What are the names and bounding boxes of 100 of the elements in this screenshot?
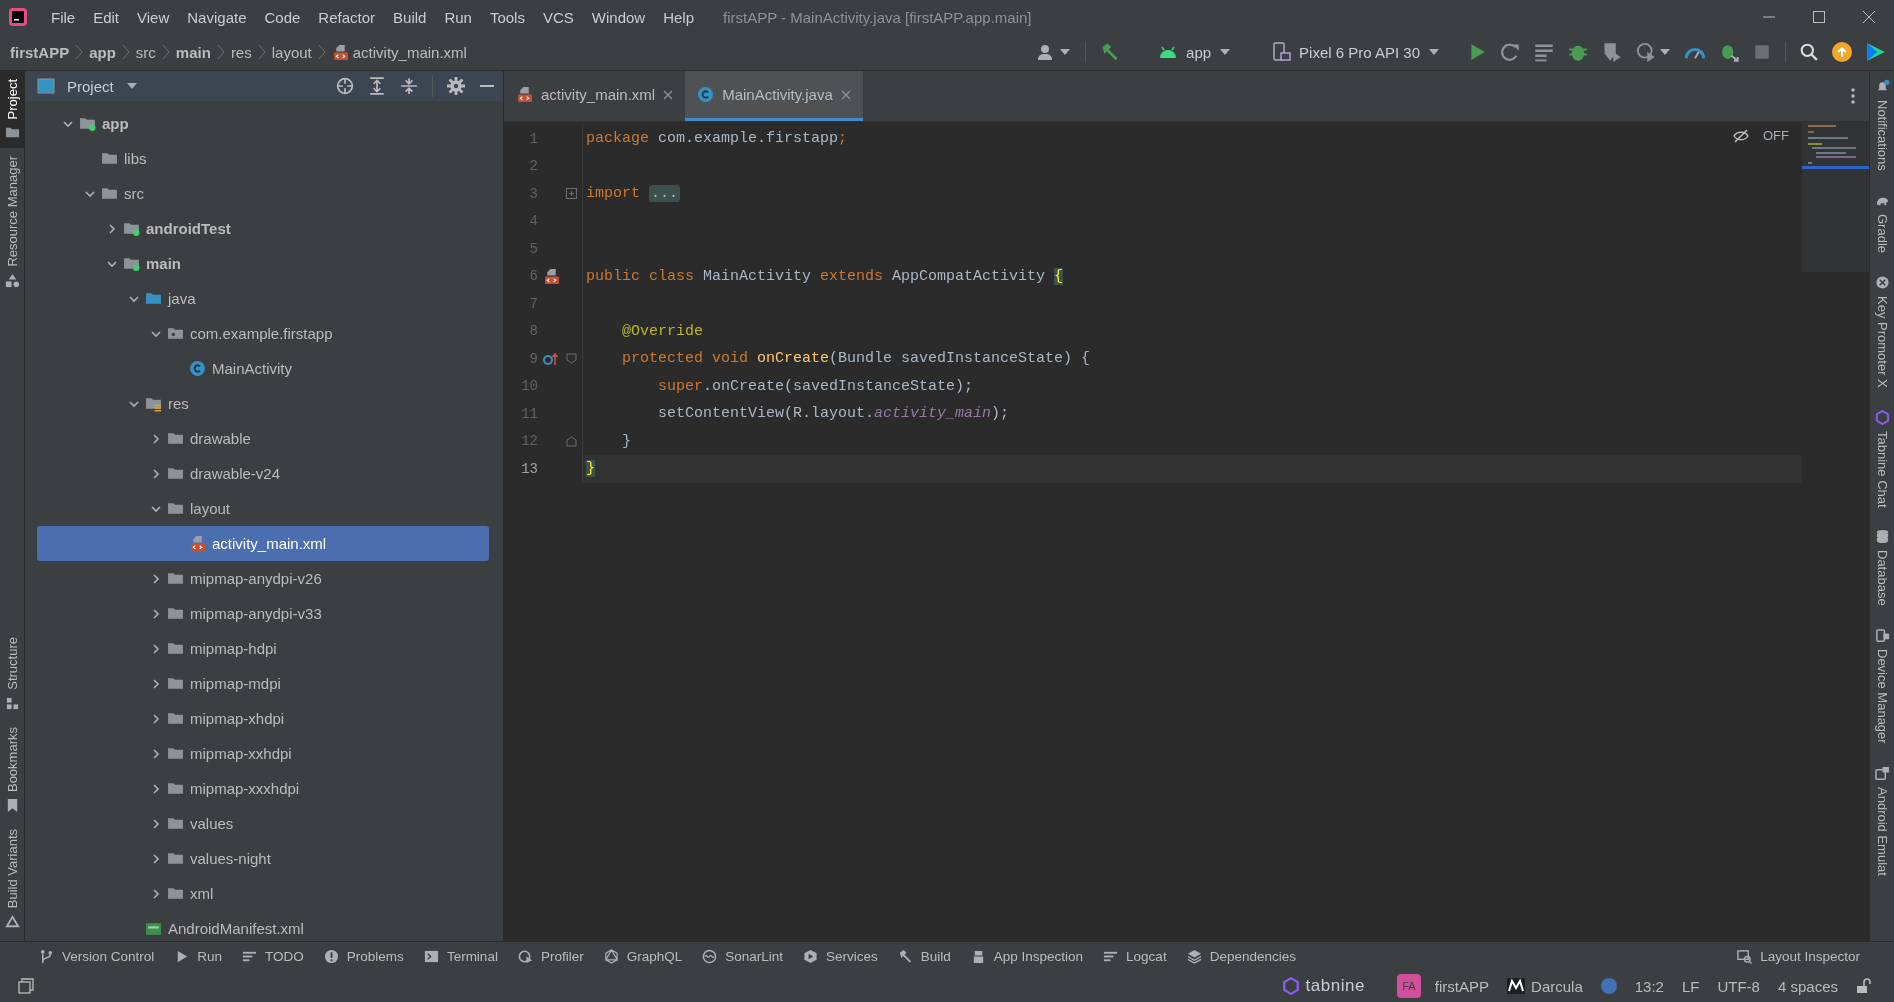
tree-item[interactable]: drawable-v24: [37, 456, 489, 491]
caret-position[interactable]: 13:2: [1634, 977, 1664, 995]
minimap-drawing[interactable]: [1802, 122, 1869, 272]
indent-setting[interactable]: 4 spaces: [1777, 977, 1838, 995]
tool-window-button[interactable]: Gradle: [1870, 192, 1894, 253]
dropdown-caret-icon[interactable]: [1659, 48, 1671, 56]
chevron-icon[interactable]: [150, 817, 162, 830]
list-icon[interactable]: [1534, 42, 1554, 62]
tool-window-button[interactable]: Device Manager: [1870, 627, 1894, 744]
menu-item[interactable]: Edit: [84, 8, 129, 26]
menu-item[interactable]: Tools: [480, 8, 534, 26]
tree-item[interactable]: AndroidManifest.xml: [37, 911, 489, 941]
chevron-icon[interactable]: [150, 747, 162, 760]
tool-window-button[interactable]: Problems: [314, 948, 413, 964]
tree-item[interactable]: libs: [37, 141, 489, 176]
tree-item[interactable]: main: [37, 246, 489, 281]
tree-item[interactable]: mipmap-anydpi-v33: [37, 596, 489, 631]
tree-item[interactable]: androidTest: [37, 211, 489, 246]
editor-tab[interactable]: activity_main.xml: [504, 71, 686, 121]
menu-item[interactable]: File: [42, 8, 85, 26]
tool-window-button[interactable]: Logcat: [1094, 948, 1176, 964]
dropdown-caret-icon[interactable]: [1219, 48, 1232, 56]
device-dropdown[interactable]: Pixel 6 Pro API 30: [1269, 40, 1444, 64]
tool-window-button[interactable]: Project: [0, 71, 24, 149]
line-separator[interactable]: LF: [1681, 977, 1700, 995]
tree-item[interactable]: mipmap-xxxhdpi: [37, 771, 489, 806]
expand-all-icon[interactable]: [368, 77, 386, 95]
shield-run-icon[interactable]: [1602, 42, 1622, 62]
plugin-name[interactable]: tabnine: [1305, 976, 1365, 996]
project-name[interactable]: firstAPP: [1434, 977, 1490, 995]
tool-window-button[interactable]: Resource Manager: [0, 148, 24, 297]
tool-window-button[interactable]: Profiler: [508, 948, 593, 964]
fold-marker-icon[interactable]: [565, 353, 577, 365]
tool-window-button[interactable]: SonarLint: [693, 948, 792, 964]
chevron-icon[interactable]: [106, 222, 118, 235]
more-options-icon[interactable]: [1851, 88, 1855, 104]
tool-window-button[interactable]: App Inspection: [961, 948, 1093, 964]
tree-item[interactable]: layout: [37, 491, 489, 526]
tree-item[interactable]: res: [37, 386, 489, 421]
tool-window-button[interactable]: Bookmarks: [0, 718, 24, 821]
tool-window-button[interactable]: Dependencies: [1177, 948, 1305, 964]
run-icon[interactable]: [1468, 43, 1486, 61]
dropdown-caret-icon[interactable]: [125, 82, 138, 90]
search-icon[interactable]: [1800, 43, 1818, 61]
menu-item[interactable]: Run: [435, 8, 481, 26]
override-marker-icon[interactable]: [543, 350, 559, 367]
menu-item[interactable]: Refactor: [309, 8, 385, 26]
tool-window-button[interactable]: Structure: [0, 628, 24, 719]
menu-item[interactable]: Navigate: [178, 8, 256, 26]
run-configuration-dropdown[interactable]: app: [1154, 41, 1236, 63]
menu-item[interactable]: VCS: [533, 8, 583, 26]
breadcrumb-item[interactable]: app: [89, 43, 116, 61]
chevron-icon[interactable]: [150, 852, 162, 865]
chevron-icon[interactable]: [150, 642, 162, 655]
theme-name[interactable]: Darcula: [1531, 977, 1583, 995]
tree-item[interactable]: com.example.firstapp: [37, 316, 489, 351]
tree-item[interactable]: values: [37, 806, 489, 841]
chevron-icon[interactable]: [150, 887, 162, 900]
tool-window-button[interactable]: Android Emulat: [1870, 765, 1894, 876]
chevron-icon[interactable]: [150, 467, 162, 480]
menu-item[interactable]: Code: [255, 8, 310, 26]
dropdown-caret-icon[interactable]: [1059, 48, 1072, 56]
close-icon[interactable]: [663, 89, 674, 100]
chevron-icon[interactable]: [150, 782, 162, 795]
tree-item[interactable]: mipmap-mdpi: [37, 666, 489, 701]
editor-tab[interactable]: MainActivity.java: [685, 71, 863, 121]
tree-item[interactable]: activity_main.xml: [37, 526, 489, 561]
tool-window-button[interactable]: Run: [165, 948, 232, 964]
close-icon[interactable]: [1862, 10, 1876, 24]
lock-icon[interactable]: [1856, 978, 1872, 994]
indicator-label[interactable]: OFF: [1763, 128, 1789, 143]
tool-window-button[interactable]: Notifications: [1870, 79, 1894, 171]
profile-run-icon[interactable]: [1636, 42, 1656, 62]
dropdown-caret-icon[interactable]: [1428, 48, 1440, 56]
tree-item[interactable]: MainActivity: [37, 351, 489, 386]
maximize-icon[interactable]: [1812, 10, 1826, 24]
tool-window-button[interactable]: Version Control: [30, 948, 164, 964]
tree-item[interactable]: drawable: [37, 421, 489, 456]
plugin-logo-icon[interactable]: [1866, 42, 1886, 62]
tree-item[interactable]: mipmap-xhdpi: [37, 701, 489, 736]
crosshair-icon[interactable]: [336, 77, 354, 95]
panel-title[interactable]: Project: [67, 77, 114, 95]
close-icon[interactable]: [840, 89, 851, 100]
tool-window-button[interactable]: Build Variants: [0, 820, 24, 937]
menu-item[interactable]: View: [128, 8, 179, 26]
chevron-icon[interactable]: [150, 607, 162, 620]
apply-changes-icon[interactable]: [1500, 42, 1520, 62]
eye-crossed-icon[interactable]: [1733, 128, 1749, 143]
tree-item[interactable]: values-night: [37, 841, 489, 876]
tool-window-button[interactable]: Services: [794, 948, 887, 964]
update-icon[interactable]: [1832, 42, 1852, 62]
tree-item[interactable]: app: [37, 106, 489, 141]
tree-item[interactable]: mipmap-hdpi: [37, 631, 489, 666]
tool-window-button[interactable]: GraphQL: [594, 948, 692, 964]
breadcrumb-item[interactable]: res: [230, 43, 252, 61]
panel-toggle-icon[interactable]: [18, 978, 34, 994]
breadcrumb-item[interactable]: firstAPP: [10, 43, 70, 61]
tree-item[interactable]: mipmap-xxhdpi: [37, 736, 489, 771]
collapse-all-icon[interactable]: [400, 77, 418, 95]
menu-item[interactable]: Help: [654, 8, 704, 26]
